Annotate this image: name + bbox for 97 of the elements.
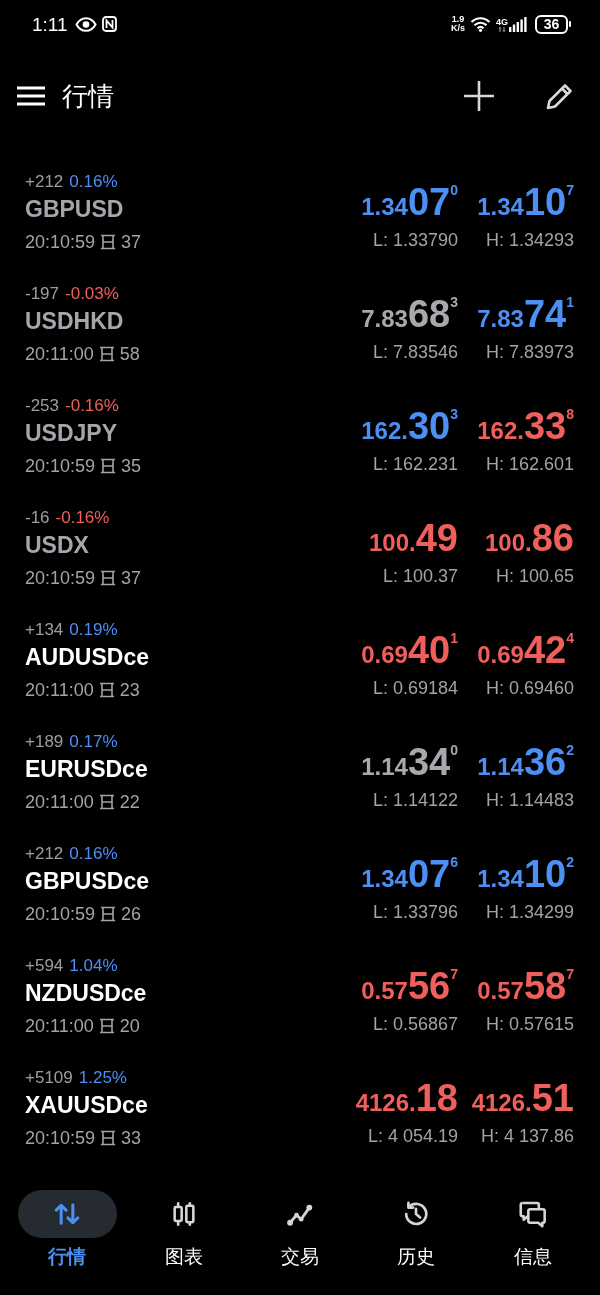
signal-bars-icon: [509, 16, 527, 32]
change-points: +189: [25, 732, 64, 750]
spread-value: 58: [119, 345, 140, 363]
bid-price: 100.49: [369, 519, 458, 557]
quote-time: 20:10:59: [25, 905, 96, 923]
quote-time: 20:11:00: [25, 345, 94, 363]
symbol-name: NZDUSDce: [25, 981, 147, 1005]
eye-icon: [74, 16, 97, 32]
symbol-name: USDJPY: [25, 421, 118, 445]
spread-icon: [98, 346, 115, 362]
spread-value: 22: [119, 793, 140, 811]
change-percent: 0.19%: [69, 620, 118, 638]
spread-value: 37: [121, 569, 142, 587]
spread-icon: [98, 1018, 115, 1034]
menu-icon[interactable]: [17, 86, 45, 106]
status-time: 1:11: [32, 14, 68, 34]
ask-price: 100.86: [485, 519, 574, 557]
symbol-name: USDHKD: [25, 309, 124, 333]
spread-icon: [100, 234, 117, 250]
spread-value: 33: [121, 1129, 142, 1147]
nav-tab[interactable]: 交易: [241, 1190, 359, 1269]
spread-icon: [100, 458, 117, 474]
quote-time: 20:10:59: [25, 457, 96, 475]
quote-time: 20:11:00: [25, 1017, 94, 1035]
symbol-name: AUDUSDce: [25, 645, 149, 669]
quote-time: 20:11:00: [25, 681, 94, 699]
high-price: H: 1.34293: [485, 229, 574, 252]
spread-icon: [100, 1130, 117, 1146]
low-price: L: 0.56867: [372, 1013, 458, 1036]
change-points: -16: [25, 508, 50, 526]
low-price: L: 1.33796: [372, 901, 458, 924]
symbol-name: GBPUSD: [25, 197, 124, 221]
change-points: -253: [25, 396, 60, 414]
nfc-icon: [101, 16, 117, 32]
screen-title: 行情: [62, 83, 114, 109]
spread-value: 20: [119, 1017, 140, 1035]
change-percent: 1.25%: [78, 1068, 127, 1086]
spread-icon: [100, 906, 117, 922]
change-points: +212: [25, 172, 64, 190]
quote-time: 20:11:00: [25, 793, 94, 811]
spread-value: 37: [121, 233, 142, 251]
symbol-name: GBPUSDce: [25, 869, 149, 893]
change-points: +594: [25, 956, 64, 974]
plus-icon[interactable]: [463, 80, 495, 112]
spread-value: 35: [121, 457, 142, 475]
nav-tab[interactable]: 图表: [125, 1190, 242, 1269]
change-percent: 0.16%: [69, 172, 118, 190]
symbol-name: USDX: [25, 533, 89, 557]
high-price: H: 162.601: [485, 453, 574, 476]
high-price: H: 100.65: [495, 565, 574, 588]
data-arrows-icon: [498, 26, 506, 32]
nav-tab[interactable]: 历史: [358, 1190, 475, 1269]
high-price: H: 1.14483: [485, 789, 574, 812]
change-percent: -0.16%: [65, 396, 119, 414]
low-price: L: 0.69184: [372, 677, 458, 700]
pencil-icon[interactable]: [545, 81, 575, 111]
nav-tab[interactable]: 信息: [474, 1190, 591, 1269]
wifi-icon: [470, 16, 491, 32]
quote-time: 20:10:59: [25, 233, 96, 251]
chat-icon: [518, 1200, 547, 1228]
change-points: -197: [25, 284, 60, 302]
change-points: +134: [25, 620, 64, 638]
spread-value: 23: [119, 681, 140, 699]
high-price: H: 0.57615: [485, 1013, 574, 1036]
change-percent: 0.16%: [69, 844, 118, 862]
low-price: L: 1.14122: [372, 789, 458, 812]
low-price: L: 162.231: [372, 453, 458, 476]
history-icon: [402, 1200, 431, 1228]
arrows-up-down-icon: [17, 1190, 117, 1238]
low-price: L: 1.33790: [372, 229, 458, 252]
network-speed: 1.9 K/s: [450, 15, 465, 33]
spread-icon: [98, 794, 115, 810]
low-price: L: 100.37: [382, 565, 458, 588]
battery-indicator: 36: [535, 14, 571, 34]
spread-value: 26: [121, 905, 142, 923]
nav-tab[interactable]: 行情: [9, 1190, 126, 1269]
change-percent: 1.04%: [69, 956, 118, 974]
high-price: H: 4 137.86: [480, 1125, 574, 1148]
network-type: 4G: [496, 16, 508, 27]
change-percent: -0.16%: [55, 508, 110, 526]
high-price: H: 7.83973: [485, 341, 574, 364]
ask-price: 4126.51: [471, 1079, 574, 1117]
quote-time: 20:10:59: [25, 1129, 96, 1147]
high-price: H: 1.34299: [485, 901, 574, 924]
change-percent: 0.17%: [69, 732, 118, 750]
spread-icon: [98, 682, 115, 698]
change-points: +212: [25, 844, 64, 862]
high-price: H: 0.69460: [485, 677, 574, 700]
bid-price: 4126.18: [355, 1079, 458, 1117]
symbol-name: EURUSDce: [25, 757, 148, 781]
symbol-name: XAUUSDce: [25, 1093, 148, 1117]
change-points: +5109: [25, 1068, 73, 1086]
low-price: L: 7.83546: [372, 341, 458, 364]
quote-time: 20:10:59: [25, 569, 96, 587]
spread-icon: [100, 570, 117, 586]
low-price: L: 4 054.19: [367, 1125, 458, 1148]
change-percent: -0.03%: [65, 284, 119, 302]
